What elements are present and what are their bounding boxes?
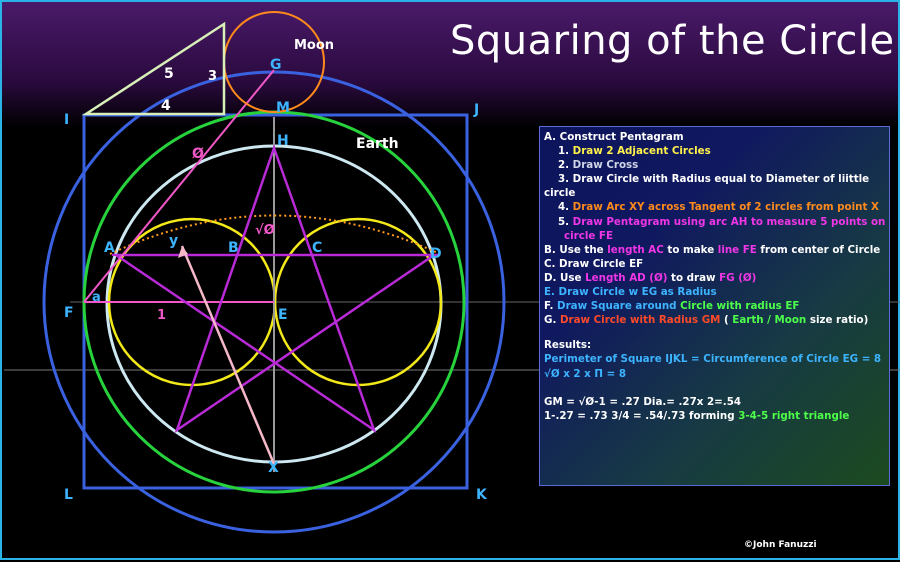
label-moon: Moon — [294, 38, 334, 53]
label-m: M — [276, 100, 290, 116]
label-triangle-3: 3 — [208, 69, 217, 84]
label-d: D — [430, 246, 442, 262]
step-a3-continued: circle — [544, 187, 576, 200]
label-b: B — [228, 240, 239, 256]
page-title: Squaring of the Circle — [450, 18, 895, 64]
result-1: Perimeter of Square IJKL = Circumference… — [544, 353, 882, 366]
step-b: B. Use the length AC to make line FE fro… — [544, 243, 881, 256]
copyright-text: ©John Fanuzzi — [744, 540, 817, 550]
label-y: y — [169, 233, 178, 249]
label-i: I — [64, 112, 69, 128]
label-phi: Ø — [192, 146, 204, 162]
label-a: A — [104, 240, 115, 256]
label-earth: Earth — [356, 136, 399, 152]
label-one: 1 — [157, 308, 166, 323]
diagram-canvas: I J K L A B C D E F G H M X y a 1 Ø √Ø M… — [0, 0, 900, 560]
label-l: L — [64, 487, 73, 503]
step-e: E. Draw Circle w EG as Radius — [544, 286, 717, 299]
calc-2: 1-.27 = .73 3/4 = .54/.73 forming 3-4-5 … — [544, 409, 850, 422]
label-root-phi: √Ø — [255, 223, 275, 238]
results-heading: Results: — [544, 339, 592, 352]
label-x: X — [268, 460, 279, 476]
result-2: √Ø x 2 x Π = 8 — [544, 367, 626, 380]
label-e: E — [278, 307, 288, 323]
step-a1: 1. Draw 2 Adjacent Circles — [558, 145, 711, 158]
label-g: G — [270, 57, 282, 73]
calc-1: GM = √Ø-1 = .27 Dia.= .27x 2=.54 — [544, 395, 742, 408]
line-fg — [83, 69, 275, 303]
label-small-a: a — [92, 290, 101, 305]
step-f: F. Draw Square around Circle with radius… — [544, 300, 800, 313]
label-k: K — [476, 487, 488, 503]
step-a3: 3. Draw Circle with Radius equal to Diam… — [558, 173, 870, 186]
step-a5-continued: circle FE — [564, 229, 613, 242]
step-a-heading: A. Construct Pentagram — [544, 131, 684, 143]
step-a2: 2. Draw Cross — [558, 159, 639, 172]
step-a4: 4. Draw Arc XY across Tangent of 2 circl… — [558, 201, 879, 214]
label-f: F — [64, 305, 74, 321]
label-triangle-4: 4 — [161, 98, 171, 114]
label-j: J — [473, 102, 479, 118]
label-triangle-5: 5 — [164, 66, 174, 82]
step-d: D. Use Length AD (Ø) to draw FG (Ø) — [544, 271, 757, 284]
triangle-345 — [81, 21, 226, 116]
step-g: G. Draw Circle with Radius GM ( Earth / … — [544, 314, 869, 327]
step-a5: 5. Draw Pentagram using arc AH to measur… — [558, 215, 885, 228]
label-c: C — [312, 240, 322, 256]
step-c: C. Draw Circle EF — [544, 257, 644, 270]
instructions-panel: A. Construct Pentagram 1. Draw 2 Adjacen… — [539, 126, 890, 486]
label-h: H — [277, 133, 289, 149]
